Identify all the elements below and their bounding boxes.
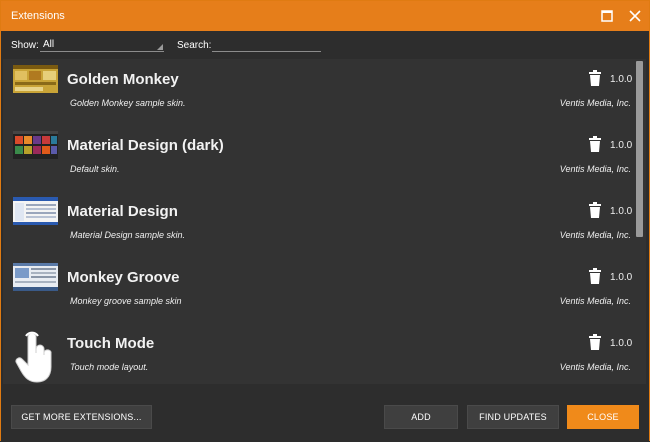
list-item[interactable]: Golden Monkey Golden Monkey sample skin.… — [3, 59, 646, 125]
material-dark-thumbnail — [13, 131, 58, 159]
list-item[interactable]: Material Design Material Design sample s… — [3, 191, 646, 257]
window-title: Extensions — [11, 10, 65, 22]
extension-version: 1.0.0 — [610, 206, 633, 217]
extension-name: Material Design — [67, 203, 178, 220]
extension-name: Golden Monkey — [67, 71, 179, 88]
trash-icon[interactable] — [588, 136, 602, 152]
extension-author: Ventis Media, Inc. — [559, 362, 631, 372]
extensions-list: Golden Monkey Golden Monkey sample skin.… — [3, 59, 646, 384]
find-updates-button[interactable]: FIND UPDATES — [467, 405, 559, 429]
extension-description: Touch mode layout. — [70, 362, 149, 372]
footer-bar: GET MORE EXTENSIONS... ADD FIND UPDATES … — [1, 384, 649, 442]
search-input[interactable] — [212, 39, 321, 52]
trash-icon[interactable] — [588, 334, 602, 350]
hand-pointer-icon — [15, 331, 52, 383]
extension-version: 1.0.0 — [610, 338, 633, 349]
get-more-extensions-button[interactable]: GET MORE EXTENSIONS... — [11, 405, 152, 429]
dropdown-caret-icon — [157, 44, 163, 50]
material-design-thumbnail — [13, 197, 58, 225]
extension-version: 1.0.0 — [610, 140, 633, 151]
extension-description: Material Design sample skin. — [70, 230, 186, 240]
extension-name: Touch Mode — [67, 335, 155, 352]
extension-name: Monkey Groove — [67, 269, 180, 286]
extension-description: Monkey groove sample skin — [70, 296, 182, 306]
show-dropdown-value: All — [43, 39, 55, 50]
list-item[interactable]: Material Design (dark) Default skin. 1.0… — [3, 125, 646, 191]
extensions-window: Extensions Show: All Search: Golden Monk… — [0, 0, 650, 442]
extension-description: Golden Monkey sample skin. — [70, 98, 186, 108]
extension-description: Default skin. — [70, 164, 120, 174]
add-button[interactable]: ADD — [384, 405, 458, 429]
extension-author: Ventis Media, Inc. — [559, 230, 631, 240]
trash-icon[interactable] — [588, 268, 602, 284]
list-item[interactable]: Touch Mode Touch mode layout. 1.0.0 Vent… — [3, 323, 646, 384]
extension-version: 1.0.0 — [610, 74, 633, 85]
close-window-button[interactable] — [620, 1, 650, 31]
trash-icon[interactable] — [588, 70, 602, 86]
extension-author: Ventis Media, Inc. — [559, 98, 631, 108]
monkey-groove-thumbnail — [13, 263, 58, 291]
maximize-button[interactable] — [592, 1, 622, 31]
close-button[interactable]: CLOSE — [567, 405, 639, 429]
show-dropdown[interactable]: All — [40, 39, 164, 52]
search-label: Search: — [177, 40, 212, 51]
close-icon — [629, 10, 641, 22]
filter-bar: Show: All Search: — [1, 31, 649, 59]
trash-icon[interactable] — [588, 202, 602, 218]
list-scrollbar[interactable] — [636, 61, 643, 383]
title-bar: Extensions — [1, 1, 649, 31]
extension-version: 1.0.0 — [610, 272, 633, 283]
extension-author: Ventis Media, Inc. — [559, 296, 631, 306]
extension-name: Material Design (dark) — [67, 137, 224, 154]
list-item[interactable]: Monkey Groove Monkey groove sample skin … — [3, 257, 646, 323]
show-label: Show: — [11, 40, 39, 51]
golden-monkey-thumbnail — [13, 65, 58, 93]
scrollbar-thumb[interactable] — [636, 61, 643, 237]
maximize-icon — [601, 10, 613, 22]
extension-author: Ventis Media, Inc. — [559, 164, 631, 174]
